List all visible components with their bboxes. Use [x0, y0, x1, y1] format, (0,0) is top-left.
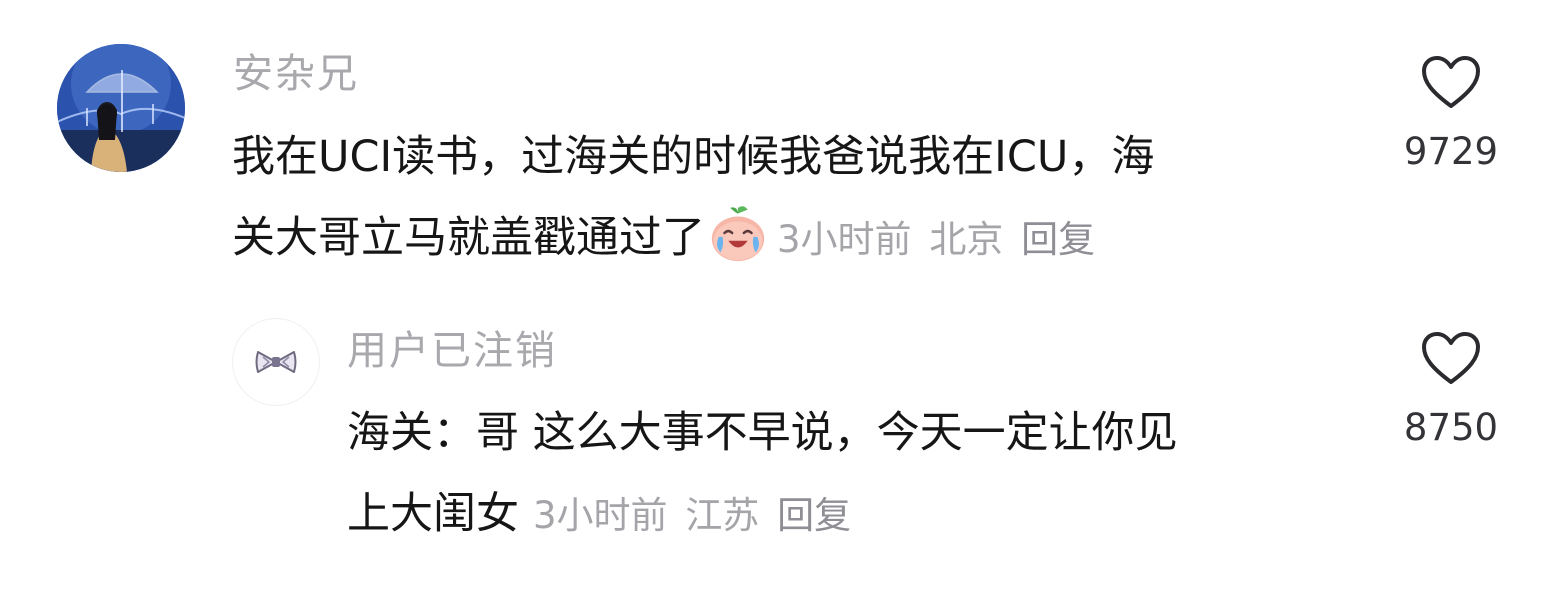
comment-location: 北京	[929, 218, 1004, 261]
heart-outline-icon[interactable]	[1420, 330, 1482, 386]
comment-time: 3小时前	[533, 494, 668, 537]
like-button[interactable]: 9729	[1391, 54, 1511, 173]
like-count: 8750	[1403, 406, 1499, 449]
comment-time: 3小时前	[777, 218, 912, 261]
like-count: 9729	[1403, 130, 1499, 173]
comment-meta: 3小时前 江苏 回复	[533, 494, 857, 537]
user-avatar[interactable]	[232, 318, 320, 406]
comment-text-line: 上大闺女	[347, 489, 519, 539]
comment-text-line: 我在UCI读书，过海关的时候我爸说我在ICU，海	[232, 132, 1155, 182]
heart-outline-icon[interactable]	[1420, 54, 1482, 110]
reply-button[interactable]: 回复	[777, 494, 851, 537]
user-avatar[interactable]	[57, 44, 185, 172]
comment-location: 江苏	[685, 494, 760, 537]
bow-icon	[255, 351, 297, 373]
comment-text-line: 关大哥立马就盖戳通过了	[232, 213, 705, 263]
comment-username[interactable]: 安杂兄	[233, 54, 359, 94]
comment-text-line-2: 关大哥立马就盖戳通过了 3小时前 北京 回复	[232, 198, 1372, 280]
reply-button[interactable]: 回复	[1021, 218, 1095, 261]
comment-body: 海关：哥 这么大事不早说，今天一定让你见 上大闺女 3小时前 江苏 回复	[347, 393, 1367, 556]
laughing-crying-peach-emoji-icon	[711, 206, 765, 262]
comment-text-line-2: 上大闺女 3小时前 江苏 回复	[347, 474, 1367, 556]
comment-meta: 3小时前 北京 回复	[777, 218, 1101, 261]
avatar-girl-umbrella-icon	[57, 44, 185, 172]
comment-username[interactable]: 用户已注销	[347, 331, 557, 371]
like-button[interactable]: 8750	[1391, 330, 1511, 449]
comment-body: 我在UCI读书，过海关的时候我爸说我在ICU，海 关大哥立马就盖戳通过了 3小时…	[232, 117, 1372, 280]
comment-text-line: 海关：哥 这么大事不早说，今天一定让你见	[347, 408, 1178, 458]
